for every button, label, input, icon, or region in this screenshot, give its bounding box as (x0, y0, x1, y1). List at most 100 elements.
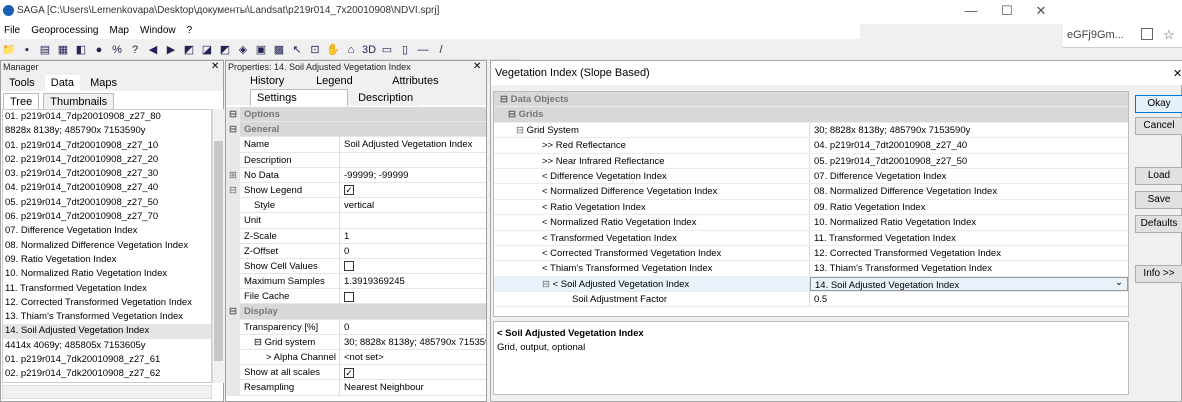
checkbox[interactable] (344, 291, 354, 302)
forward-icon[interactable]: ▶ (163, 42, 179, 58)
checkbox[interactable] (344, 261, 354, 272)
tab-history[interactable]: History (244, 73, 306, 89)
property-group[interactable]: ⊟ General (226, 122, 486, 138)
row-expander[interactable]: ⊟ (226, 304, 240, 319)
defaults-button[interactable]: Defaults (1135, 215, 1182, 233)
line-icon[interactable]: — (415, 42, 431, 58)
parameter-value[interactable]: 08. Normalized Difference Vegetation Ind… (810, 184, 1128, 198)
parameter-row[interactable]: Soil Adjustment Factor 0.5 (494, 292, 1128, 308)
row-expander[interactable] (226, 152, 240, 167)
parameter-value[interactable]: 12. Corrected Transformed Vegetation Ind… (810, 246, 1128, 260)
layer-b-icon[interactable]: ◪ (199, 42, 215, 58)
property-value[interactable] (340, 153, 486, 167)
property-row[interactable]: Z-Scale 1 (226, 228, 486, 244)
tree-hscrollbar[interactable] (2, 385, 212, 399)
menu-file[interactable]: File (0, 24, 24, 37)
property-row[interactable]: Style vertical (226, 198, 486, 214)
tree-item[interactable]: 10. Normalized Ratio Vegetation Index (3, 267, 211, 281)
tree-item[interactable]: 03. p219r014_7dt20010908_z27_30 (3, 167, 211, 181)
tree-scroll-thumb[interactable] (214, 141, 223, 361)
expander-icon[interactable]: ⊟ (516, 125, 527, 136)
row-expander[interactable] (226, 274, 240, 289)
parameter-row[interactable]: ⊟ Grid System 30; 8828x 8138y; 485790x 71… (494, 122, 1128, 139)
property-row[interactable]: > Alpha Channel <not set> (226, 350, 486, 366)
parameter-row[interactable]: >> Red Reflectance 04. p219r014_7dt200109… (494, 138, 1128, 154)
layer-d-icon[interactable]: ◈ (235, 42, 251, 58)
property-value[interactable] (340, 259, 486, 273)
property-row[interactable]: ⊟ Show Legend ✓ (226, 182, 486, 199)
parameter-row[interactable]: < Normalized Ratio Vegetation Index 10. N… (494, 215, 1128, 231)
open-icon[interactable]: 📁 (1, 42, 17, 58)
3d-icon[interactable]: 3D (361, 42, 377, 58)
parameter-group[interactable]: ⊟ Grids (494, 107, 1128, 123)
menu-help[interactable]: ? (183, 24, 197, 37)
property-row[interactable]: Resampling Nearest Neighbour (226, 380, 486, 396)
row-expander[interactable]: ⊟ (226, 107, 240, 122)
tree-item[interactable]: 02. p219r014_7dt20010908_z27_20 (3, 153, 211, 167)
tree-item[interactable]: 11. Transformed Vegetation Index (3, 282, 211, 296)
tree-item[interactable]: 01. p219r014_7dk20010908_z27_61 (3, 353, 211, 367)
property-row[interactable]: Show Cell Values (226, 258, 486, 275)
row-expander[interactable] (226, 137, 240, 152)
window-icon[interactable]: ▩ (271, 42, 287, 58)
tab-thumbnails[interactable]: Thumbnails (43, 93, 115, 110)
parameter-value[interactable]: 11. Transformed Vegetation Index (810, 231, 1128, 245)
property-row[interactable]: Z-Offset 0 (226, 243, 486, 259)
row-expander[interactable]: ⊟ (226, 122, 240, 137)
tab-attributes[interactable]: Attributes (386, 73, 445, 89)
property-row[interactable]: Name Soil Adjusted Vegetation Index (226, 137, 486, 153)
tree-item[interactable]: 8828x 8138y; 485790x 7153590y (3, 124, 211, 138)
tree-item[interactable]: 07. Difference Vegetation Index (3, 224, 211, 238)
parameter-value[interactable]: 04. p219r014_7dt20010908_z27_40 (810, 138, 1128, 152)
parameter-value[interactable]: 09. Ratio Vegetation Index (810, 200, 1128, 214)
expander-icon[interactable]: ⊟ (500, 94, 511, 105)
tree-item[interactable]: 04. p219r014_7dt20010908_z27_40 (3, 181, 211, 195)
tab-data[interactable]: Data (44, 75, 80, 91)
property-row[interactable]: Description (226, 152, 486, 168)
property-value[interactable]: 1 (340, 229, 486, 243)
tab-settings[interactable]: Settings (250, 89, 348, 106)
property-row[interactable]: ⊟ Grid system 30; 8828x 8138y; 485790x 71… (226, 334, 486, 350)
property-value[interactable]: ✓ (340, 183, 486, 197)
property-group[interactable]: ⊟ Display (226, 304, 486, 320)
tree-item[interactable]: 06. p219r014_7dt20010908_z27_70 (3, 210, 211, 224)
load-button[interactable]: Load (1135, 167, 1182, 185)
row-expander[interactable] (226, 198, 240, 213)
menu-map[interactable]: Map (106, 24, 133, 37)
pan-icon[interactable]: ✋ (325, 42, 341, 58)
pointer-icon[interactable]: ↖ (289, 42, 305, 58)
tree-item[interactable]: 05. p219r014_7dt20010908_z27_50 (3, 196, 211, 210)
row-expander[interactable] (226, 319, 240, 334)
save-icon[interactable]: ▪ (19, 42, 35, 58)
cancel-button[interactable]: Cancel (1135, 117, 1182, 135)
measure-icon[interactable]: ⌂ (343, 42, 359, 58)
tree-item[interactable]: 14. Soil Adjusted Vegetation Index (3, 324, 211, 339)
parameter-row[interactable]: ⊟ < Soil Adjusted Vegetation Index 14. So… (494, 276, 1128, 293)
property-value[interactable]: Soil Adjusted Vegetation Index (340, 137, 486, 151)
minimize-button[interactable]: — (956, 3, 986, 18)
parameter-row[interactable]: < Normalized Difference Vegetation Index… (494, 184, 1128, 200)
menu-window[interactable]: Window (136, 24, 180, 37)
parameter-row[interactable]: >> Near Infrared Reflectance 05. p219r014… (494, 153, 1128, 169)
close-button[interactable]: ✕ (1026, 3, 1056, 19)
property-value[interactable]: <not set> (340, 350, 486, 364)
parameter-row[interactable]: < Corrected Transformed Vegetation Index… (494, 245, 1128, 262)
property-value[interactable]: Nearest Neighbour (340, 380, 486, 394)
tab-tools[interactable]: Tools (3, 75, 41, 91)
property-value[interactable]: ✓ (340, 365, 486, 379)
property-row[interactable]: File Cache (226, 289, 486, 305)
expander-icon[interactable]: ⊟ (542, 279, 553, 290)
table-icon[interactable]: ▤ (37, 42, 53, 58)
parameter-row[interactable]: < Thiam's Transformed Vegetation Index 13… (494, 261, 1128, 277)
tab-description[interactable]: Description (352, 90, 420, 106)
row-expander[interactable]: ⊞ (226, 167, 240, 182)
row-expander[interactable] (226, 213, 240, 228)
print-icon[interactable]: ▭ (379, 42, 395, 58)
manager-close-icon[interactable]: ✕ (211, 61, 219, 72)
tree-item[interactable]: 13. Thiam's Transformed Vegetation Index (3, 310, 211, 324)
parameter-value[interactable]: 05. p219r014_7dt20010908_z27_50 (810, 154, 1128, 168)
parameter-value[interactable]: 14. Soil Adjusted Vegetation Index ⌄ (810, 276, 1128, 292)
help-icon[interactable]: ? (127, 42, 143, 58)
row-expander[interactable] (226, 380, 240, 395)
info-button[interactable]: Info >> (1135, 265, 1182, 283)
